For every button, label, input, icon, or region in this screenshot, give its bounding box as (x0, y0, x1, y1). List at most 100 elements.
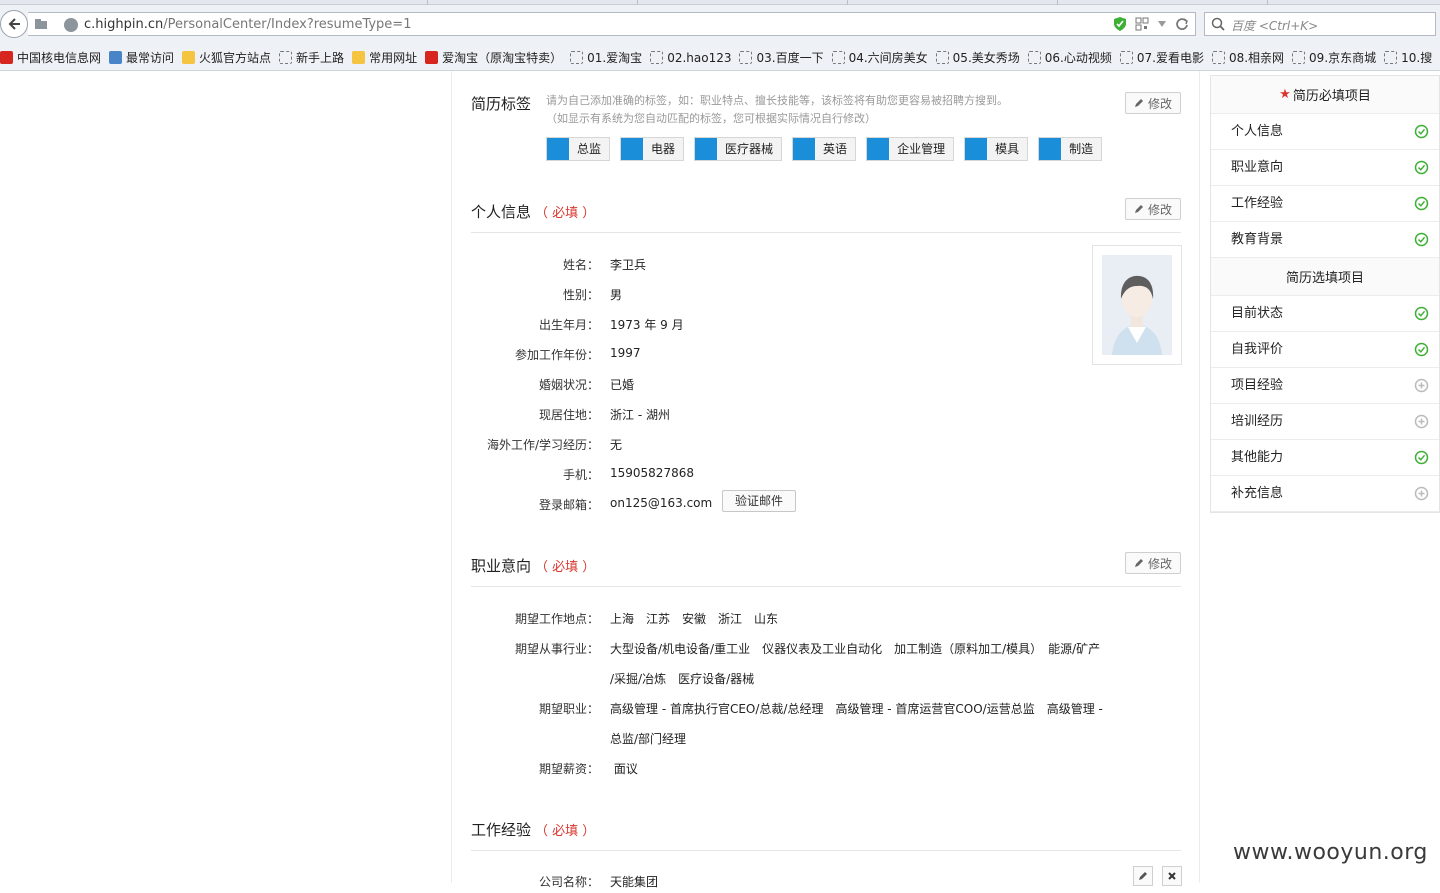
bookmark-label: 10.搜 (1401, 51, 1433, 65)
intent-location-row: 期望工作地点： 上海 江苏 安徽 浙江 山东 (514, 612, 779, 626)
edit-tags-button[interactable]: 修改 (1125, 92, 1181, 114)
bookmark-item[interactable]: 新手上路 (279, 49, 344, 66)
dropdown-arrow-icon[interactable] (1157, 20, 1167, 28)
bookmark-item[interactable]: 最常访问 (109, 49, 174, 66)
intent-industry-row: 期望从事行业： 大型设备/机电设备/重工业 仪器仪表及工业自动化 加工制造（原料加… (514, 642, 1101, 656)
resume-tag[interactable]: 电器 (620, 137, 685, 161)
bookmark-page-icon (739, 51, 753, 64)
bookmark-folder-icon (182, 51, 196, 64)
sidebar-item[interactable]: 工作经验 (1211, 186, 1439, 222)
bookmark-label: 07.爱看电影 (1136, 51, 1204, 65)
tag-list: 总监 电器 医疗器械 英语 企业管理 模具 制造 (546, 137, 1103, 161)
sidebar-item[interactable]: 补充信息 (1211, 476, 1439, 512)
bookmark-item[interactable]: 05.美女秀场 (935, 49, 1020, 66)
resume-tags-hint-2: （如显示有系统为您自动匹配的标签，您可根据实际情况自行修改） (546, 112, 876, 125)
bookmark-item[interactable]: 03.百度一下 (739, 49, 824, 66)
bookmark-page-icon (0, 51, 13, 64)
bookmark-label: 05.美女秀场 (952, 51, 1020, 65)
check-circle-icon (1414, 196, 1429, 211)
bookmark-item[interactable]: 常用网址 (352, 49, 417, 66)
sidebar-item[interactable]: 自我评价 (1211, 332, 1439, 368)
field-label: 婚姻状况： (538, 378, 599, 392)
work-experience-title: 工作经验（ 必填 ） (471, 821, 596, 839)
resume-tag[interactable]: 制造 (1038, 137, 1103, 161)
bookmark-label: 01.爱淘宝 (587, 51, 643, 65)
refresh-icon[interactable] (1175, 17, 1189, 31)
edit-work-button[interactable] (1133, 866, 1153, 886)
field-label: 登录邮箱： (538, 498, 599, 512)
field-value: 浙江 - 湖州 (610, 408, 670, 422)
resume-tags-hint-1: 请为自己添加准确的标签，如：职业特点、擅长技能等，该标签将有助您更容易被招聘方搜… (546, 94, 1008, 107)
sidebar-item[interactable]: 教育背景 (1211, 222, 1439, 258)
delete-work-button[interactable] (1162, 866, 1182, 886)
bookmark-item[interactable]: 中国核电信息网 (0, 49, 101, 66)
bookmark-page-icon (1384, 51, 1398, 64)
watermark: www.wooyun.org (1233, 840, 1428, 865)
qr-code-icon[interactable] (1135, 17, 1149, 31)
resume-tag[interactable]: 医疗器械 (694, 137, 783, 161)
bookmark-item[interactable]: 06.心动视频 (1027, 49, 1112, 66)
bookmark-item[interactable]: 07.爱看电影 (1119, 49, 1204, 66)
check-circle-icon (1414, 342, 1429, 357)
bookmark-item[interactable]: 爱淘宝（原淘宝特卖） (425, 49, 562, 66)
field-value: 无 (610, 438, 623, 452)
sidebar-item-label: 自我评价 (1231, 342, 1284, 357)
pencil-icon (1134, 99, 1143, 107)
bookmark-item[interactable]: 01.爱淘宝 (570, 49, 642, 66)
bookmark-item[interactable]: 04.六间房美女 (831, 49, 928, 66)
bookmark-page-icon (279, 51, 293, 64)
bookmark-label: 06.心动视频 (1044, 51, 1112, 65)
bookmark-item[interactable]: 09.京东商城 (1292, 49, 1376, 66)
sidebar-item[interactable]: 目前状态 (1211, 296, 1439, 332)
bookmark-item[interactable]: 火狐官方站点 (182, 49, 271, 66)
field-label: 手机： (562, 468, 599, 482)
check-circle-icon (1414, 232, 1429, 247)
sidebar-item[interactable]: 个人信息 (1211, 114, 1439, 150)
bookmark-page-icon (1027, 51, 1041, 64)
tag-label: 医疗器械 (725, 142, 774, 156)
check-circle-icon (1414, 306, 1429, 321)
url-text[interactable]: c.highpin.cn/PersonalCenter/Index?resume… (84, 17, 411, 32)
resume-content: 简历标签 请为自己添加准确的标签，如：职业特点、擅长技能等，该标签将有助您更容易… (451, 71, 1200, 889)
sidebar-item[interactable]: 职业意向 (1211, 150, 1439, 186)
address-bar[interactable]: c.highpin.cn/PersonalCenter/Index?resume… (28, 12, 1196, 36)
plus-circle-icon (1414, 486, 1429, 501)
check-circle-icon (1414, 450, 1429, 465)
bookmark-item[interactable]: 02.hao123 (650, 51, 731, 65)
tag-color-icon (621, 138, 644, 160)
close-icon (1168, 872, 1176, 880)
field-label: 姓名： (562, 258, 599, 272)
tag-label: 模具 (995, 142, 1020, 156)
bookmark-label: 09.京东商城 (1309, 51, 1377, 65)
personal-info-row: 手机： 15905827868 (452, 466, 1112, 486)
back-button[interactable] (0, 10, 28, 38)
sidebar-item[interactable]: 项目经验 (1211, 368, 1439, 404)
resume-tag[interactable]: 英语 (792, 137, 857, 161)
resume-tag[interactable]: 模具 (964, 137, 1029, 161)
resume-tag[interactable]: 企业管理 (866, 137, 955, 161)
check-circle-icon (1414, 160, 1429, 175)
divider (471, 586, 1181, 587)
sidebar-item-label: 培训经历 (1231, 414, 1284, 429)
bookmark-item[interactable]: 10.搜 (1384, 49, 1432, 66)
sidebar-item-label: 教育背景 (1231, 232, 1284, 247)
back-arrow-icon (8, 18, 20, 30)
search-placeholder: 百度 <Ctrl+K> (1231, 19, 1319, 33)
field-label: 现居住地： (538, 408, 599, 422)
verify-email-button[interactable]: 验证邮件 (722, 490, 796, 512)
bookmark-page-icon (1292, 51, 1306, 64)
avatar[interactable] (1092, 245, 1182, 365)
resume-tag[interactable]: 总监 (546, 137, 611, 161)
personal-info-row: 现居住地： 浙江 - 湖州 (452, 406, 1112, 426)
sidebar-item[interactable]: 培训经历 (1211, 404, 1439, 440)
tag-label: 电器 (651, 142, 676, 156)
bookmark-item[interactable]: 08.相亲网 (1211, 49, 1284, 66)
intent-position-row-cont: 总监/部门经理 (610, 732, 687, 746)
sidebar-item[interactable]: 其他能力 (1211, 440, 1439, 476)
edit-personal-info-button[interactable]: 修改 (1125, 198, 1181, 220)
edit-career-intent-button[interactable]: 修改 (1125, 552, 1181, 574)
search-bar[interactable]: 百度 <Ctrl+K> (1204, 12, 1436, 36)
resume-progress-sidebar: ★ 简历必填项目 个人信息 职业意向 工作经验 教育背景 简历选填项目 目前状态 自我评价… (1210, 75, 1440, 513)
bookmark-page-icon (935, 51, 949, 64)
shield-icon[interactable] (1113, 16, 1127, 32)
